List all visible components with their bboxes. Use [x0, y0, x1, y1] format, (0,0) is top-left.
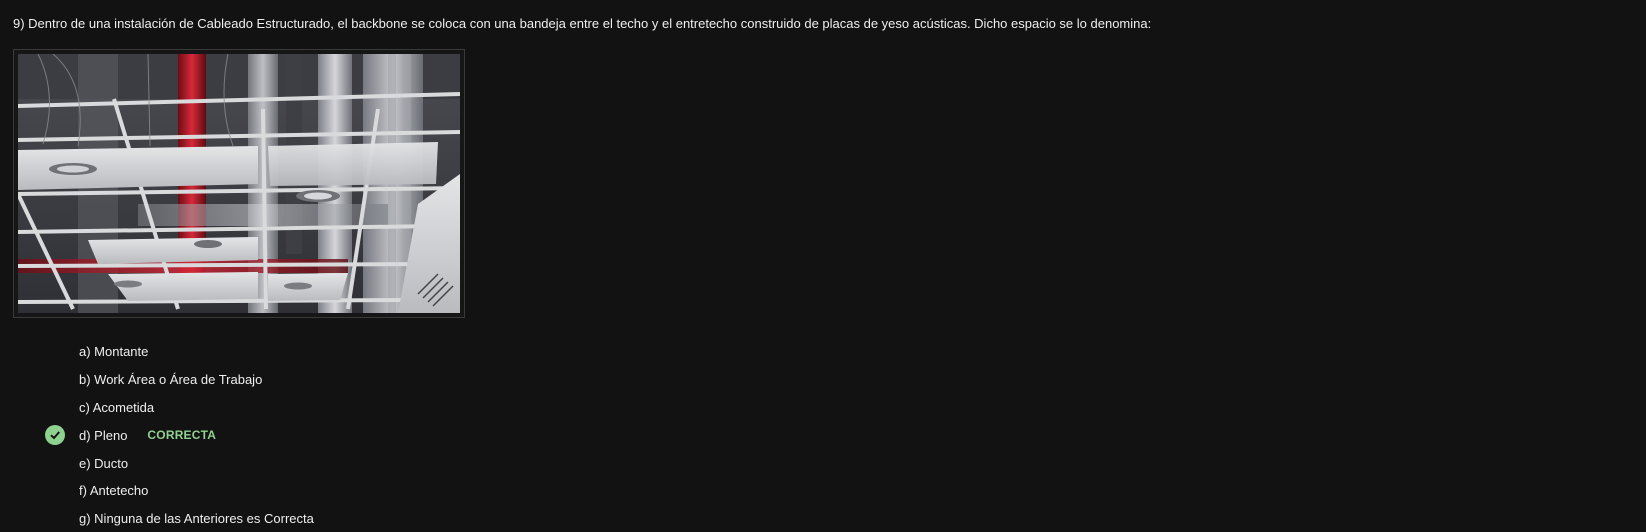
- option-label: b) Work Área o Área de Trabajo: [79, 372, 263, 388]
- option-c[interactable]: c) Acometida: [45, 394, 314, 422]
- option-label: a) Montante: [79, 344, 149, 360]
- option-a[interactable]: a) Montante: [45, 338, 314, 366]
- option-label: e) Ducto: [79, 455, 129, 471]
- check-circle-icon: [45, 425, 65, 446]
- option-g[interactable]: g) Ninguna de las Anteriores es Correcta: [45, 505, 314, 532]
- option-label: f) Antetecho: [79, 483, 149, 499]
- option-f[interactable]: f) Antetecho: [45, 477, 314, 505]
- question-image: [13, 49, 465, 318]
- option-label: d) Pleno: [79, 427, 128, 443]
- quiz-page: 9) Dentro de una instalación de Cableado…: [0, 0, 1646, 532]
- option-b[interactable]: b) Work Área o Área de Trabajo: [45, 366, 314, 394]
- correct-badge: CORRECTA: [147, 428, 217, 443]
- answer-options: a) Montante b) Work Área o Área de Traba…: [45, 338, 314, 532]
- option-d[interactable]: d) Pleno CORRECTA: [45, 421, 314, 449]
- question-text: 9) Dentro de una instalación de Cableado…: [13, 16, 1152, 31]
- option-e[interactable]: e) Ducto: [45, 449, 314, 477]
- option-label: c) Acometida: [79, 399, 155, 415]
- option-label: g) Ninguna de las Anteriores es Correcta: [79, 511, 314, 527]
- ceiling-plenum-photo: [18, 54, 460, 313]
